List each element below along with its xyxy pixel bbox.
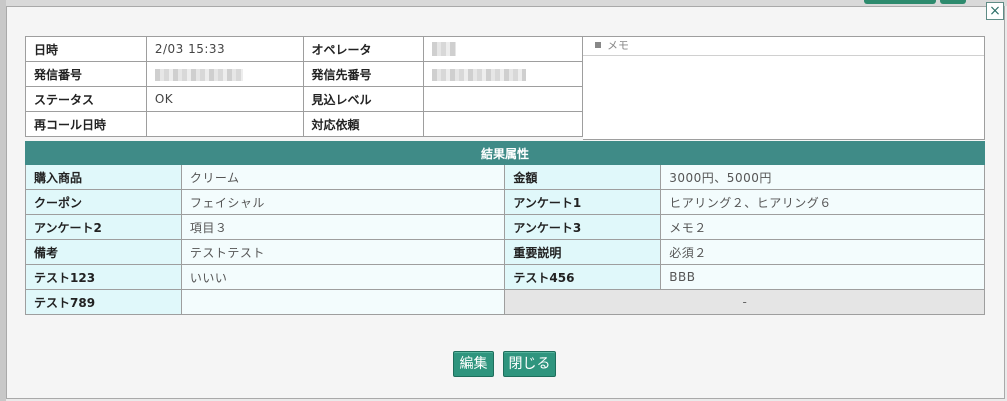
result-attributes-header: 結果属性 <box>25 141 985 165</box>
close-button[interactable]: 閉じる <box>503 351 556 377</box>
operator-value <box>423 36 583 62</box>
coupon-label: クーポン <box>25 189 182 215</box>
table-row: 再コール日時 対応依頼 <box>25 111 583 137</box>
result-detail-dialog: × 日時 2/03 15:33 オペレータ 発信番号 発信先番号 ステータス O… <box>6 2 1005 399</box>
amount-label: 金額 <box>504 164 662 190</box>
redacted-caller-number <box>154 68 243 81</box>
survey3-value: メモ２ <box>660 214 985 240</box>
empty-cell: - <box>504 289 985 315</box>
background-button <box>864 0 936 4</box>
datetime-label: 日時 <box>25 36 147 62</box>
recall-datetime-value <box>145 111 304 137</box>
important-explanation-label: 重要説明 <box>504 239 662 265</box>
table-row: 日時 2/03 15:33 オペレータ <box>25 36 583 62</box>
status-label: ステータス <box>25 86 147 112</box>
purchased-product-label: 購入商品 <box>25 164 182 190</box>
square-icon <box>595 42 601 48</box>
memo-panel: メモ <box>583 36 985 140</box>
important-explanation-value: 必須２ <box>660 239 985 265</box>
amount-value: 3000円、5000円 <box>660 164 985 190</box>
call-info-table: 日時 2/03 15:33 オペレータ 発信番号 発信先番号 ステータス OK … <box>25 36 583 137</box>
test123-value: いいい <box>180 264 506 290</box>
survey1-value: ヒアリング２、ヒアリング６ <box>660 189 985 215</box>
edit-button[interactable]: 編集 <box>453 351 494 377</box>
survey3-label: アンケート3 <box>504 214 662 240</box>
close-icon[interactable]: × <box>986 2 1004 20</box>
request-value <box>423 111 583 137</box>
redacted-operator <box>432 42 457 57</box>
prospect-level-value <box>423 86 583 112</box>
destination-number-value <box>423 61 583 87</box>
survey2-label: アンケート2 <box>25 214 182 240</box>
test456-label: テスト456 <box>504 264 662 290</box>
test456-value: BBB <box>660 264 985 290</box>
survey1-label: アンケート1 <box>504 189 662 215</box>
table-row: 購入商品 クリーム 金額 3000円、5000円 <box>25 164 985 190</box>
datetime-value: 2/03 15:33 <box>145 36 304 62</box>
result-attributes-table: 結果属性 購入商品 クリーム 金額 3000円、5000円 クーポン フェイシャ… <box>25 141 985 315</box>
coupon-value: フェイシャル <box>180 189 506 215</box>
survey2-value: 項目３ <box>180 214 506 240</box>
test789-value <box>180 289 506 315</box>
purchased-product-value: クリーム <box>180 164 506 190</box>
recall-datetime-label: 再コール日時 <box>25 111 147 137</box>
table-row: 発信番号 発信先番号 <box>25 61 583 87</box>
test789-label: テスト789 <box>25 289 182 315</box>
table-row: アンケート2 項目３ アンケート3 メモ２ <box>25 214 985 240</box>
table-row: テスト789 - <box>25 289 985 315</box>
table-row: テスト123 いいい テスト456 BBB <box>25 264 985 290</box>
memo-label: メモ <box>607 39 629 52</box>
table-row: 備考 テストテスト 重要説明 必須２ <box>25 239 985 265</box>
destination-number-label: 発信先番号 <box>302 61 425 87</box>
operator-label: オペレータ <box>302 36 425 62</box>
remarks-value: テストテスト <box>180 239 506 265</box>
prospect-level-label: 見込レベル <box>302 86 425 112</box>
caller-number-value <box>145 61 304 87</box>
test123-label: テスト123 <box>25 264 182 290</box>
table-row: ステータス OK 見込レベル <box>25 86 583 112</box>
remarks-label: 備考 <box>25 239 182 265</box>
background-button <box>940 0 966 4</box>
caller-number-label: 発信番号 <box>25 61 147 87</box>
redacted-destination-number <box>432 68 527 81</box>
request-label: 対応依頼 <box>302 111 425 137</box>
memo-header: メモ <box>583 37 984 56</box>
status-value: OK <box>145 86 304 112</box>
table-row: クーポン フェイシャル アンケート1 ヒアリング２、ヒアリング６ <box>25 189 985 215</box>
table-header-row: 結果属性 <box>25 141 985 165</box>
